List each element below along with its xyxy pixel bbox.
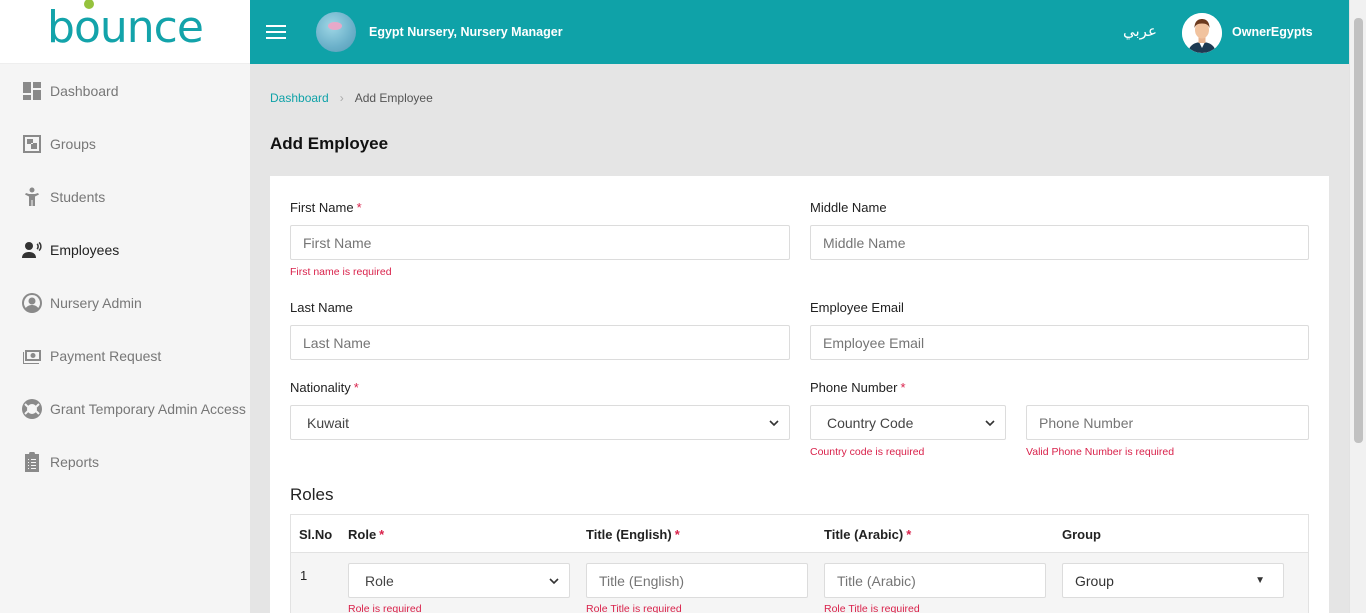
phone-number-input[interactable] [1026,405,1309,440]
sidebar-item-label: Employees [50,241,120,258]
middle-name-input[interactable] [810,225,1309,260]
lifebuoy-icon [22,398,42,419]
employee-email-label: Employee Email [810,300,904,315]
sidebar-item-grant-temporary-admin-access[interactable]: Grant Temporary Admin Access [0,382,250,435]
breadcrumb: Dashboard › Add Employee [270,91,433,105]
employee-form-card: First Name* First name is required Middl… [270,176,1329,613]
sidebar-item-reports[interactable]: Reports [0,435,250,488]
breadcrumb-current: Add Employee [354,91,433,105]
nursery-logo [316,12,356,52]
avatar[interactable] [1182,13,1222,53]
sidebar-item-nursery-admin[interactable]: Nursery Admin [0,276,250,329]
logo-container[interactable]: bo unce [0,0,250,64]
sidebar-item-dashboard[interactable]: Dashboard [0,64,250,117]
first-name-error: First name is required [290,266,392,278]
sidebar-item-label: Students [50,188,106,205]
sidebar-item-label: Payment Request [50,347,162,364]
country-code-select[interactable]: Country Code [810,405,1006,440]
sidebar: bo unce Dashboard Groups Students Employ… [0,0,250,613]
sidebar-item-label: Reports [50,453,100,470]
title-english-error: Role Title is required [586,603,682,613]
chevron-right-icon: › [339,91,344,105]
hamburger-menu-icon[interactable] [266,25,286,39]
role-select[interactable]: Role [348,563,570,598]
sidebar-item-label: Groups [50,135,96,152]
phone-number-label: Phone Number * [810,380,906,395]
nationality-select[interactable]: Kuwait [290,405,790,440]
title-arabic-error: Role Title is required [824,603,920,613]
title-english-input[interactable] [586,563,808,598]
chevron-down-icon [985,419,995,426]
sidebar-item-label: Dashboard [50,82,119,99]
column-header-title-english: Title (English) * [586,527,680,542]
payment-icon [22,346,42,366]
dashboard-icon [22,81,42,101]
column-header-group: Group [1062,527,1101,542]
last-name-input[interactable] [290,325,790,360]
sidebar-item-label: Nursery Admin [50,294,142,311]
roles-section-title: Roles [290,485,334,504]
clipboard-icon [22,451,42,472]
title-arabic-input[interactable] [824,563,1046,598]
groups-icon [22,134,42,154]
students-icon [22,187,42,207]
scrollbar-thumb[interactable] [1354,18,1363,443]
sidebar-item-payment-request[interactable]: Payment Request [0,329,250,382]
column-header-role: Role * [348,527,385,542]
column-header-sl-no: Sl.No [299,527,333,542]
roles-table-header: Sl.No Role * Title (English) * Title (Arab… [291,515,1308,553]
sidebar-item-label: Grant Temporary Admin Access [50,400,246,417]
employees-icon [22,240,42,260]
last-name-label: Last Name [290,300,353,315]
roles-table: Sl.No Role * Title (English) * Title (Arab… [290,514,1309,613]
employee-email-input[interactable] [810,325,1309,360]
role-error: Role is required [348,603,422,613]
sidebar-item-groups[interactable]: Groups [0,117,250,170]
row-sl-no: 1 [300,568,308,583]
nursery-admin-icon [22,292,42,313]
sidebar-nav: Dashboard Groups Students Employees Nurs… [0,64,250,488]
country-code-error: Country code is required [810,446,925,458]
first-name-input[interactable] [290,225,790,260]
breadcrumb-dashboard-link[interactable]: Dashboard [270,91,329,105]
middle-name-label: Middle Name [810,200,887,215]
caret-down-icon: ▼ [1255,575,1265,586]
nationality-label: Nationality * [290,380,359,395]
language-toggle[interactable]: عربي [1123,22,1157,40]
chevron-down-icon [549,577,559,584]
nursery-name: Egypt Nursery, Nursery Manager [369,25,563,39]
sidebar-item-employees[interactable]: Employees [0,223,250,276]
sidebar-item-students[interactable]: Students [0,170,250,223]
table-row: 1 Role Role is required Role Title is re… [291,553,1308,613]
top-header: Egypt Nursery, Nursery Manager عربي Owne… [250,0,1349,64]
phone-number-error: Valid Phone Number is required [1026,446,1175,458]
bounce-logo: bo unce [47,0,204,53]
page-scrollbar[interactable] [1349,0,1366,613]
group-select[interactable]: Group ▼ [1062,563,1284,598]
user-name[interactable]: OwnerEgypts [1232,25,1313,39]
column-header-title-arabic: Title (Arabic) * [824,527,912,542]
chevron-down-icon [769,419,779,426]
page-title: Add Employee [270,134,389,153]
first-name-label: First Name * [290,200,362,215]
